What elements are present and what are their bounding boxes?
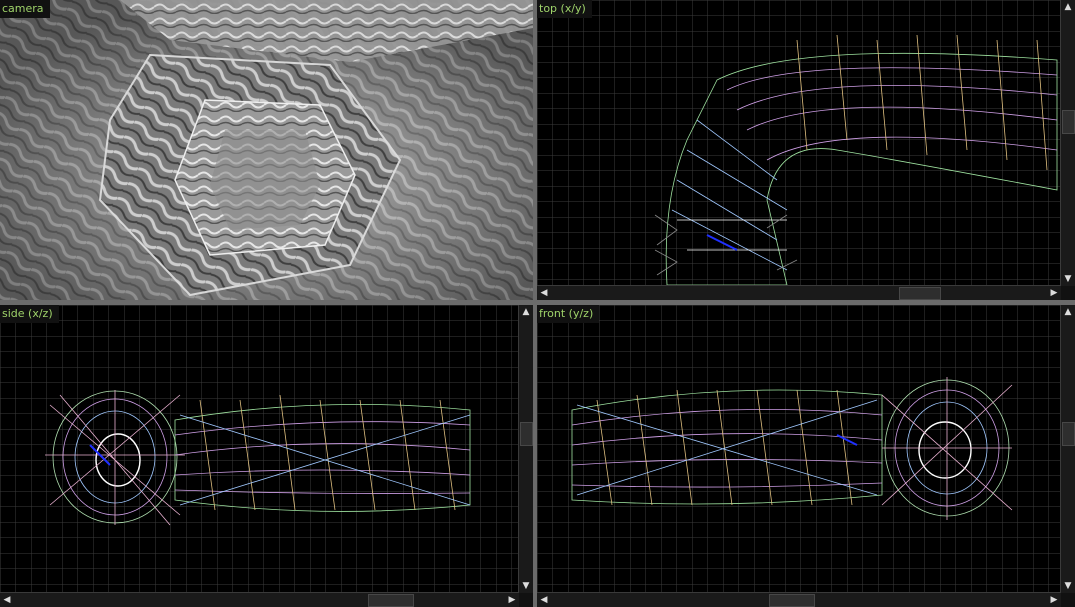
scroll-right-icon[interactable]: ▶ xyxy=(1047,593,1061,607)
scroll-left-icon[interactable]: ◀ xyxy=(537,286,551,300)
scroll-down-icon[interactable]: ▼ xyxy=(1061,272,1075,286)
scroll-right-icon[interactable]: ▶ xyxy=(1047,286,1061,300)
scroll-up-icon[interactable]: ▲ xyxy=(1061,305,1075,319)
viewport-label-camera: camera xyxy=(0,0,50,18)
scroll-left-icon[interactable]: ◀ xyxy=(537,593,551,607)
top-vertical-scroll-thumb[interactable] xyxy=(1062,110,1075,134)
scroll-left-icon[interactable]: ◀ xyxy=(0,593,14,607)
camera-viewport[interactable]: camera xyxy=(0,0,533,300)
side-grid xyxy=(0,305,519,593)
front-grid xyxy=(537,305,1061,593)
side-vertical-scrollbar[interactable]: ▲ ▼ xyxy=(518,305,533,593)
side-horizontal-scrollbar[interactable]: ◀ ▶ xyxy=(0,592,519,607)
scroll-up-icon[interactable]: ▲ xyxy=(519,305,533,319)
top-grid xyxy=(537,0,1061,285)
front-horizontal-scroll-thumb[interactable] xyxy=(769,594,815,607)
side-viewport[interactable]: side (x/z) ▲ ▼ ◀ ▶ xyxy=(0,305,533,607)
viewport-label-front: front (y/z) xyxy=(537,305,600,323)
front-vertical-scroll-thumb[interactable] xyxy=(1062,422,1075,446)
top-horizontal-scroll-thumb[interactable] xyxy=(899,287,941,300)
viewport-label-top: top (x/y) xyxy=(537,0,592,18)
front-vertical-scrollbar[interactable]: ▲ ▼ xyxy=(1060,305,1075,593)
top-scroll-corner xyxy=(1061,286,1075,300)
front-viewport[interactable]: front (y/z) ▲ ▼ ◀ ▶ xyxy=(537,305,1075,607)
side-scroll-corner xyxy=(519,593,533,607)
scroll-down-icon[interactable]: ▼ xyxy=(519,579,533,593)
top-viewport[interactable]: top (x/y) ▲ ▼ ◀ ▶ xyxy=(537,0,1075,300)
side-horizontal-scroll-thumb[interactable] xyxy=(368,594,414,607)
scroll-up-icon[interactable]: ▲ xyxy=(1061,0,1075,14)
scroll-down-icon[interactable]: ▼ xyxy=(1061,579,1075,593)
viewport-label-side: side (x/z) xyxy=(0,305,59,323)
front-scroll-corner xyxy=(1061,593,1075,607)
front-horizontal-scrollbar[interactable]: ◀ ▶ xyxy=(537,592,1061,607)
camera-render xyxy=(0,0,533,300)
top-horizontal-scrollbar[interactable]: ◀ ▶ xyxy=(537,285,1061,300)
scroll-right-icon[interactable]: ▶ xyxy=(505,593,519,607)
side-vertical-scroll-thumb[interactable] xyxy=(520,422,533,446)
top-vertical-scrollbar[interactable]: ▲ ▼ xyxy=(1060,0,1075,286)
